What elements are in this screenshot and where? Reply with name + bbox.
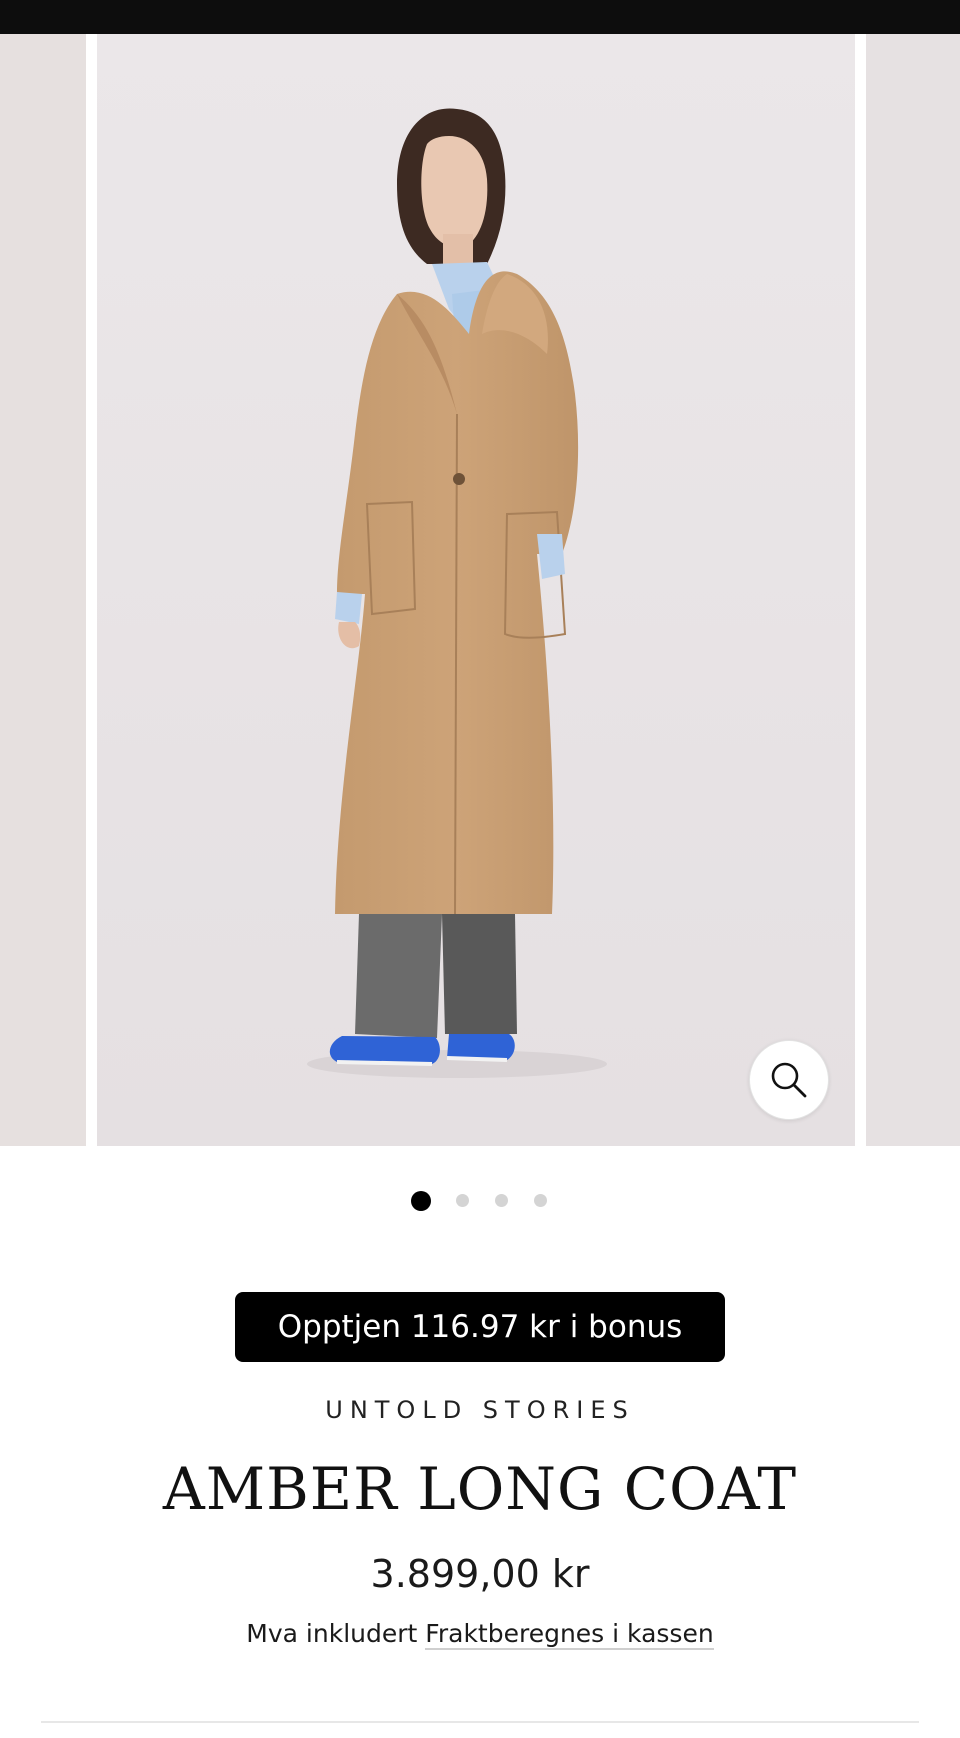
product-price: 3.899,00 kr (370, 1552, 590, 1596)
previous-slide-peek[interactable] (0, 34, 86, 1146)
zoom-image-button[interactable] (749, 1040, 829, 1120)
status-bar (0, 0, 960, 34)
search-icon (771, 1062, 807, 1098)
tax-note: Mva inkludert (246, 1619, 418, 1648)
gallery-pagination (0, 1189, 960, 1211)
product-title: AMBER LONG COAT (162, 1455, 798, 1523)
tax-shipping-note: Mva inkludert Fraktberegnes i kassen (0, 1619, 960, 1650)
shipping-link[interactable]: Fraktberegnes i kassen (425, 1619, 714, 1650)
section-divider (41, 1721, 919, 1723)
gallery-dot-1[interactable] (411, 1191, 431, 1211)
bonus-button[interactable]: Opptjen 116.97 kr i bonus (235, 1292, 725, 1362)
product-photo (97, 34, 855, 1146)
current-slide[interactable] (97, 34, 855, 1146)
gallery-dot-3[interactable] (495, 1194, 508, 1207)
gallery-dot-2[interactable] (456, 1194, 469, 1207)
product-image-gallery[interactable] (0, 34, 960, 1146)
next-slide-peek[interactable] (866, 34, 960, 1146)
product-vendor[interactable]: UNTOLD STORIES (0, 1396, 960, 1424)
gallery-dot-4[interactable] (534, 1194, 547, 1207)
